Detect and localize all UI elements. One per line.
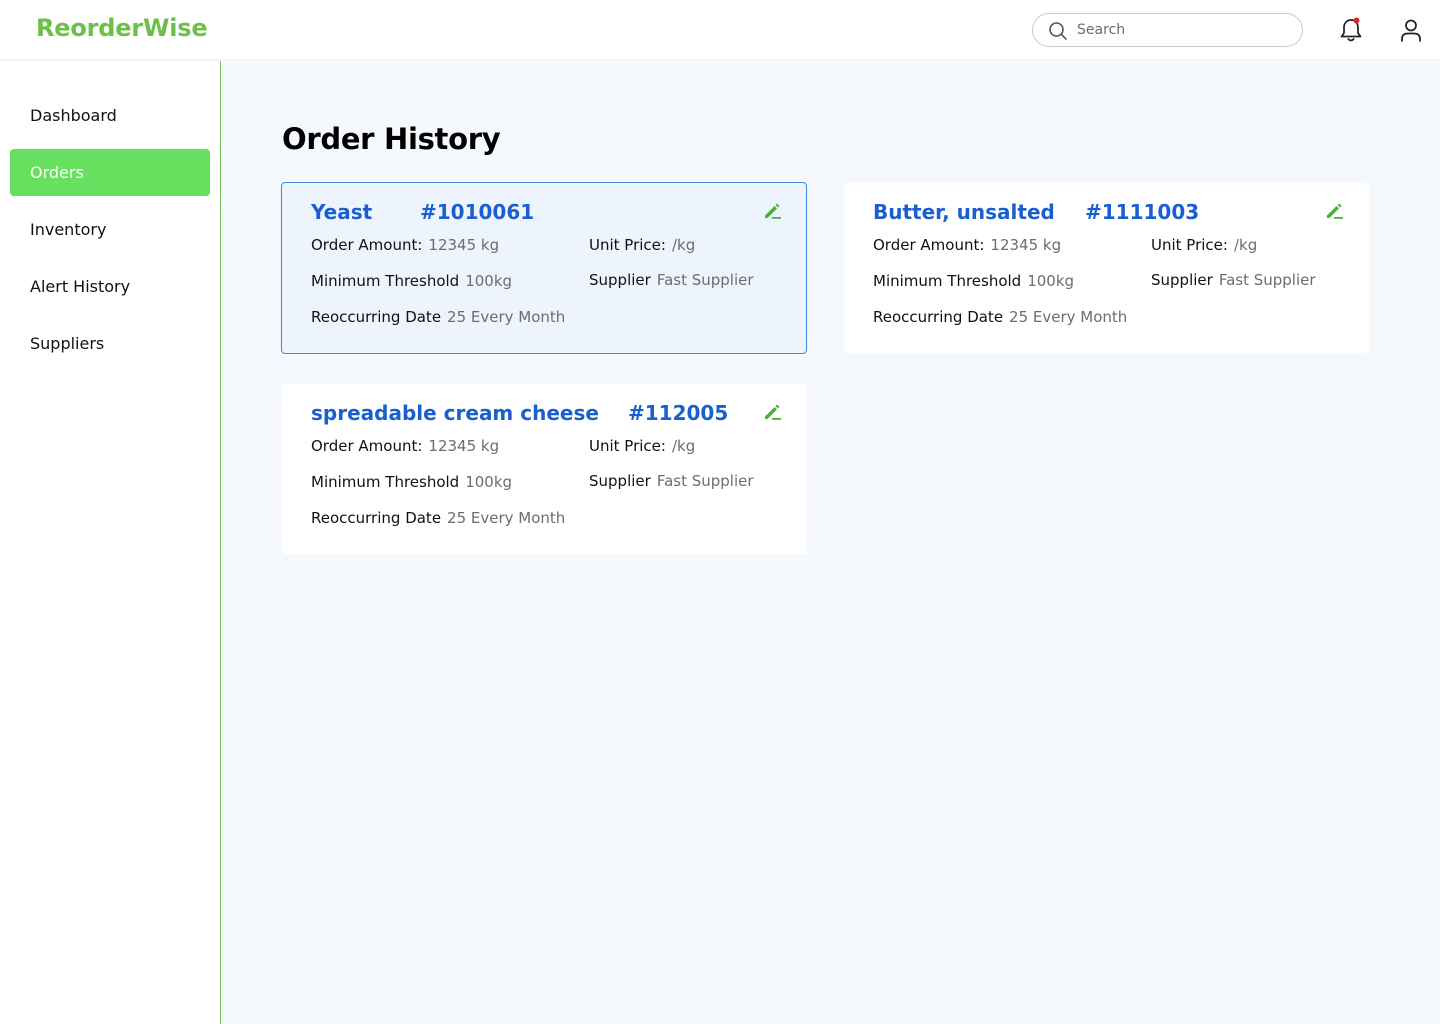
order-amount-label: Order Amount:: [311, 437, 423, 455]
supplier-label: Supplier: [589, 472, 651, 490]
unit-price-value: /kg: [671, 236, 696, 254]
order-amount-label: Order Amount:: [311, 236, 423, 254]
search-input[interactable]: [1077, 19, 1292, 41]
reoccurring-date-value: 25 Every Month: [1009, 308, 1128, 326]
supplier-field: Supplier Fast Supplier: [589, 271, 754, 289]
supplier-value: Fast Supplier: [1218, 271, 1316, 289]
edit-pencil-icon[interactable]: [1324, 201, 1344, 221]
search-box[interactable]: [1032, 13, 1303, 47]
supplier-label: Supplier: [1151, 271, 1213, 289]
unit-price-field: Unit Price: /kg: [1151, 236, 1257, 254]
supplier-value: Fast Supplier: [656, 472, 754, 490]
reoccurring-date-field: Reoccurring Date 25 Every Month: [873, 308, 1127, 326]
search-icon: [1049, 22, 1067, 40]
supplier-label: Supplier: [589, 271, 651, 289]
reoccurring-date-label: Reoccurring Date: [311, 308, 442, 326]
reoccurring-date-label: Reoccurring Date: [311, 509, 442, 527]
order-amount-field: Order Amount: 12345 kg: [873, 236, 1061, 254]
order-item-name: spreadable cream cheese: [311, 401, 599, 425]
reoccurring-date-value: 25 Every Month: [447, 509, 566, 527]
order-item-name: Yeast: [311, 200, 373, 224]
unit-price-label: Unit Price:: [589, 236, 666, 254]
min-threshold-label: Minimum Threshold: [311, 473, 460, 491]
reoccurring-date-field: Reoccurring Date 25 Every Month: [311, 509, 565, 527]
reoccurring-date-label: Reoccurring Date: [873, 308, 1004, 326]
order-amount-value: 12345 kg: [990, 236, 1062, 254]
reoccurring-date-value: 25 Every Month: [447, 308, 566, 326]
min-threshold-label: Minimum Threshold: [873, 272, 1022, 290]
order-amount-label: Order Amount:: [873, 236, 985, 254]
min-threshold-label: Minimum Threshold: [311, 272, 460, 290]
supplier-value: Fast Supplier: [656, 271, 754, 289]
supplier-field: Supplier Fast Supplier: [1151, 271, 1316, 289]
sidebar-item-suppliers[interactable]: Suppliers: [10, 320, 210, 367]
unit-price-field: Unit Price: /kg: [589, 437, 695, 455]
order-card[interactable]: Butter, unsalted #1111003 Order Amount: 1…: [844, 183, 1369, 353]
unit-price-value: /kg: [671, 437, 696, 455]
order-amount-field: Order Amount: 12345 kg: [311, 437, 499, 455]
user-icon[interactable]: [1398, 17, 1424, 43]
min-threshold-field: Minimum Threshold 100kg: [311, 272, 512, 290]
sidebar: Dashboard Orders Inventory Alert History…: [0, 61, 221, 1024]
unit-price-field: Unit Price: /kg: [589, 236, 695, 254]
unit-price-label: Unit Price:: [1151, 236, 1228, 254]
unit-price-value: /kg: [1233, 236, 1258, 254]
supplier-field: Supplier Fast Supplier: [589, 472, 754, 490]
order-item-name: Butter, unsalted: [873, 200, 1055, 224]
order-amount-value: 12345 kg: [428, 437, 500, 455]
min-threshold-value: 100kg: [465, 473, 513, 491]
min-threshold-value: 100kg: [465, 272, 513, 290]
min-threshold-value: 100kg: [1027, 272, 1075, 290]
order-id: #1111003: [1085, 200, 1200, 224]
page-title: Order History: [282, 122, 501, 156]
app-logo[interactable]: ReorderWise: [36, 14, 208, 42]
sidebar-item-alert-history[interactable]: Alert History: [10, 263, 210, 310]
edit-pencil-icon[interactable]: [762, 402, 782, 422]
sidebar-item-orders[interactable]: Orders: [10, 149, 210, 196]
order-card[interactable]: Yeast #1010061 Order Amount: 12345 kg Uni…: [281, 182, 807, 354]
bell-icon[interactable]: [1338, 16, 1364, 44]
order-amount-field: Order Amount: 12345 kg: [311, 236, 499, 254]
unit-price-label: Unit Price:: [589, 437, 666, 455]
sidebar-item-dashboard[interactable]: Dashboard: [10, 92, 210, 139]
min-threshold-field: Minimum Threshold 100kg: [311, 473, 512, 491]
edit-pencil-icon[interactable]: [762, 201, 782, 221]
top-header: ReorderWise: [0, 0, 1440, 60]
order-id: #112005: [628, 401, 729, 425]
sidebar-item-inventory[interactable]: Inventory: [10, 206, 210, 253]
reoccurring-date-field: Reoccurring Date 25 Every Month: [311, 308, 565, 326]
min-threshold-field: Minimum Threshold 100kg: [873, 272, 1074, 290]
order-amount-value: 12345 kg: [428, 236, 500, 254]
order-id: #1010061: [420, 200, 535, 224]
order-card[interactable]: spreadable cream cheese #112005 Order Am…: [282, 384, 807, 554]
notification-dot: [1353, 17, 1360, 24]
